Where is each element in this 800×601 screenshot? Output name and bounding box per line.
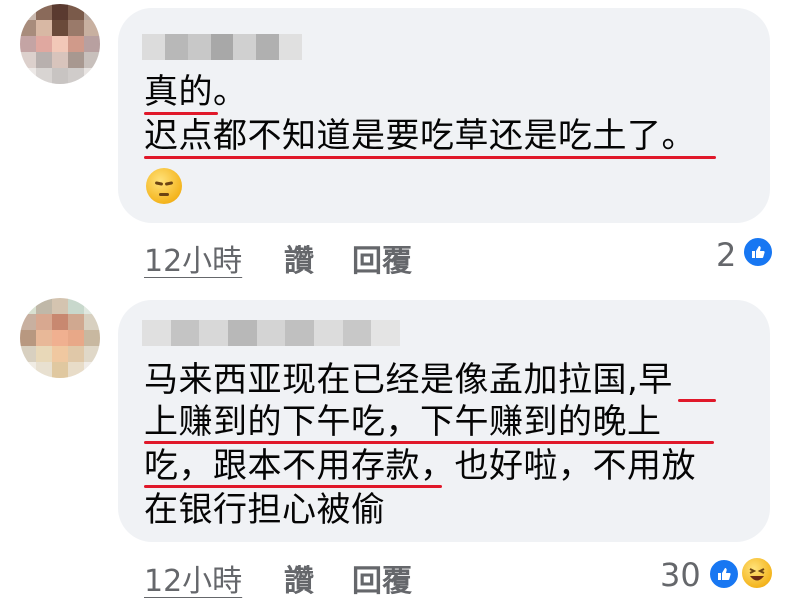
- reaction-count[interactable]: 30: [660, 556, 701, 594]
- commenter-name-blurred[interactable]: [142, 34, 303, 60]
- commenter-name-blurred[interactable]: [142, 320, 401, 346]
- comment-text-line: 真的。: [144, 72, 248, 112]
- like-reaction-icon[interactable]: [708, 558, 740, 590]
- commenter-avatar[interactable]: [20, 4, 100, 84]
- comment-text-line: 上赚到的下午吃，下午赚到的晚上: [144, 402, 662, 442]
- comment-text-line: 在银行担心被偷: [144, 490, 386, 530]
- reaction-count[interactable]: 2: [716, 236, 736, 274]
- comment-text-line: 马来西亚现在已经是像孟加拉国,早: [144, 360, 673, 400]
- reply-button[interactable]: 回覆: [352, 236, 412, 280]
- highlight-underline: [144, 156, 716, 159]
- comment-bubble: 马来西亚现在已经是像孟加拉国,早 上赚到的下午吃，下午赚到的晚上 吃，跟本不用存…: [118, 300, 770, 542]
- highlight-underline: [678, 399, 716, 402]
- comment-text-line: 迟点都不知道是要吃草还是吃土了。: [144, 116, 696, 156]
- pensive-face-icon: [146, 168, 182, 204]
- like-button[interactable]: 讚: [284, 236, 314, 280]
- reply-button[interactable]: 回覆: [352, 556, 412, 600]
- comment-timestamp[interactable]: 12小時: [144, 236, 242, 280]
- comment-text-line: 吃，跟本不用存款，也好啦，不用放: [144, 446, 696, 486]
- like-button[interactable]: 讚: [284, 556, 314, 600]
- haha-reaction-icon[interactable]: [740, 556, 774, 590]
- comment-bubble: 真的。 迟点都不知道是要吃草还是吃土了。: [118, 8, 770, 223]
- like-reaction-icon[interactable]: [742, 236, 774, 268]
- comment-timestamp[interactable]: 12小時: [144, 556, 242, 600]
- commenter-avatar[interactable]: [20, 298, 100, 378]
